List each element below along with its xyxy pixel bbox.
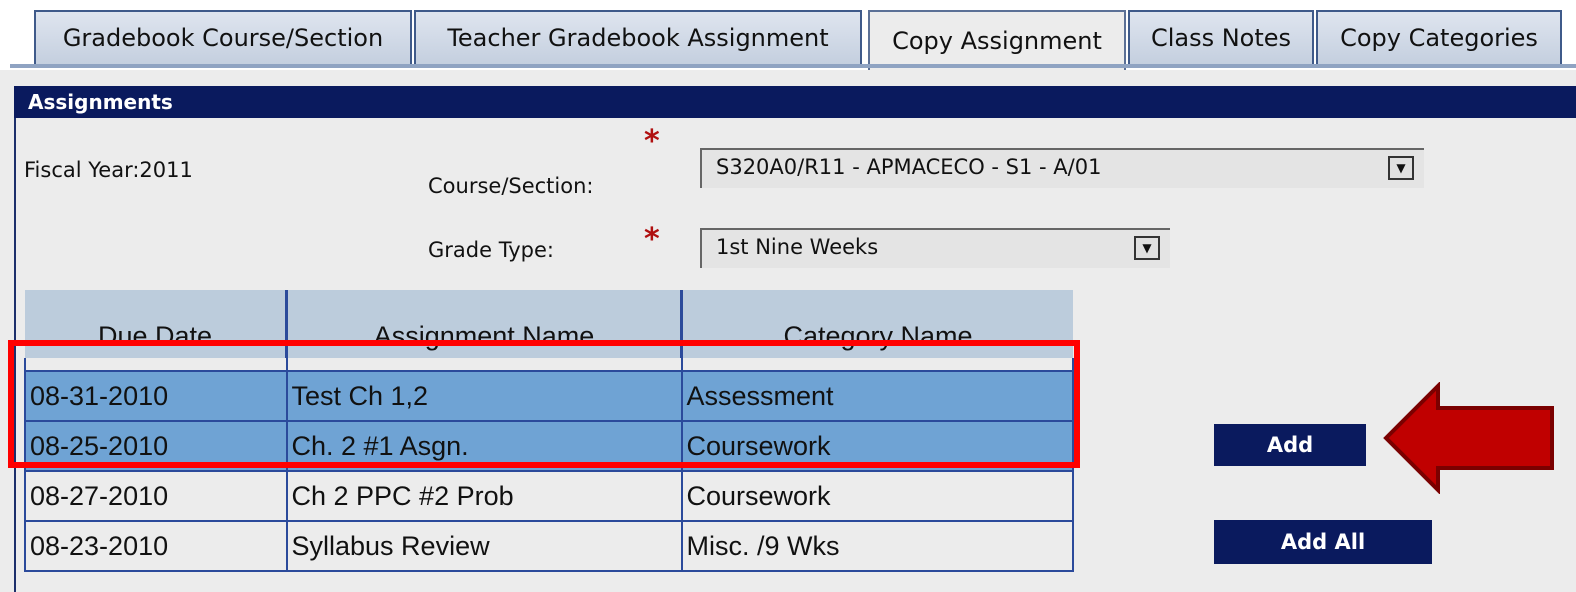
tab-copy-assignment[interactable]: Copy Assignment [868, 10, 1126, 70]
table-row[interactable]: 08-27-2010 Ch 2 PPC #2 Prob Coursework [24, 470, 1074, 522]
tab-gradebook-course-section[interactable]: Gradebook Course/Section [34, 10, 412, 64]
table-row[interactable]: 08-23-2010 Syllabus Review Misc. /9 Wks [24, 520, 1074, 572]
add-button[interactable]: Add [1214, 424, 1366, 466]
tab-teacher-gradebook-assignment[interactable]: Teacher Gradebook Assignment [414, 10, 862, 64]
required-marker-grade-type: * [644, 222, 660, 257]
selection-highlight-box [8, 340, 1080, 468]
red-arrow-icon [1383, 382, 1554, 494]
panel-title: Assignments [14, 86, 1576, 118]
required-marker-course: * [644, 124, 660, 159]
tab-class-notes[interactable]: Class Notes [1128, 10, 1314, 64]
course-section-label: Course/Section: [428, 174, 594, 198]
course-section-value: S320A0/R11 - APMACECO - S1 - A/01 [716, 155, 1102, 179]
grade-type-select[interactable]: 1st Nine Weeks ▼ [700, 228, 1170, 268]
assignment-name-cell: Syllabus Review [285, 520, 683, 572]
grade-type-value: 1st Nine Weeks [716, 235, 879, 259]
due-date-cell: 08-23-2010 [24, 520, 288, 572]
category-name-cell: Coursework [680, 470, 1074, 522]
tab-underline [10, 64, 1576, 68]
fiscal-year-label: Fiscal Year:2011 [24, 158, 193, 182]
tab-bar: Gradebook Course/Section Teacher Gradebo… [0, 0, 1576, 70]
due-date-cell: 08-27-2010 [24, 470, 288, 522]
course-section-select[interactable]: S320A0/R11 - APMACECO - S1 - A/01 ▼ [700, 148, 1424, 188]
grade-type-label: Grade Type: [428, 238, 555, 262]
chevron-down-icon[interactable]: ▼ [1388, 156, 1414, 180]
category-name-cell: Misc. /9 Wks [680, 520, 1074, 572]
chevron-down-icon[interactable]: ▼ [1134, 236, 1160, 260]
assignment-name-cell: Ch 2 PPC #2 Prob [285, 470, 683, 522]
tab-copy-categories[interactable]: Copy Categories [1316, 10, 1562, 64]
add-all-button[interactable]: Add All [1214, 520, 1432, 564]
